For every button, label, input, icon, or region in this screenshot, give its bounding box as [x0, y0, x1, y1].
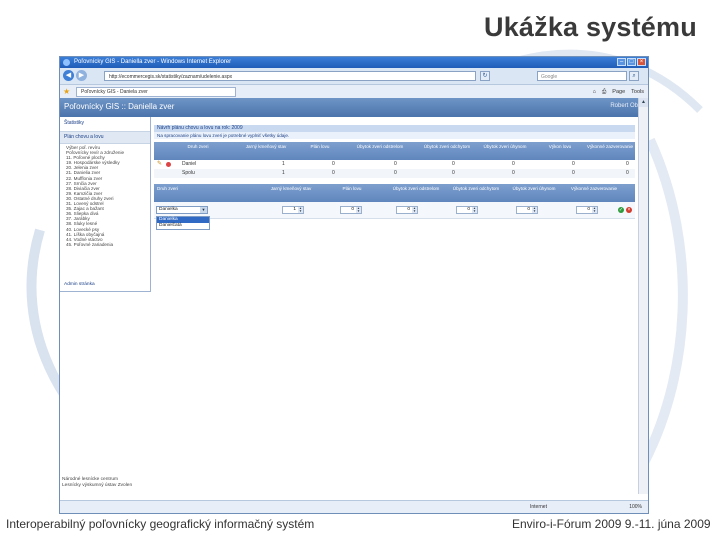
edit-header-cell: Úbytok zveri odchytom: [452, 186, 500, 191]
spin-arrows-icon[interactable]: ▲ ▼: [356, 207, 361, 213]
edit-row: Danielka ▼ 1 ▲ ▼ 0 ▲ ▼ 0 ▲ ▼ 0 ▲ ▼ 0 ▲ ▼ 0 ▲ ▼ ✓ × D…: [154, 202, 635, 230]
vertical-scrollbar[interactable]: ▲: [638, 98, 648, 494]
edit-icon[interactable]: ✎: [157, 161, 162, 168]
row-value: 1: [282, 161, 285, 167]
grid-header-cell: Jarný kmeňový stav: [245, 144, 287, 149]
row-value: 0: [332, 170, 335, 176]
row-value: 0: [572, 161, 575, 167]
grid-header-cell: Úbytok zveri odstrelom: [356, 144, 404, 149]
row-value: 1: [282, 170, 285, 176]
edit-header-cell: Úbytok zveri odstrelom: [392, 186, 440, 191]
spin-input[interactable]: 0 ▲ ▼: [576, 206, 598, 214]
sidebar-item[interactable]: 45. Poľovné zariadenia: [66, 242, 144, 247]
grid-header-cell: Úbytok zveri úhynom: [483, 144, 527, 149]
browser-tab[interactable]: Poľovnícky GIS - Daniela zver: [76, 87, 236, 97]
species-select-value: Danielka: [159, 207, 178, 212]
favorites-star-icon[interactable]: ★: [63, 87, 70, 97]
cancel-icon[interactable]: ×: [626, 207, 632, 213]
tools-menu[interactable]: Tools: [631, 87, 644, 97]
spin-arrows-icon[interactable]: ▲ ▼: [592, 207, 597, 213]
row-value: 0: [626, 161, 629, 167]
edit-header-cell: Úbytok zveri úhynom: [512, 186, 556, 191]
home-icon[interactable]: ⌂: [593, 87, 596, 97]
sidebar-active-item[interactable]: Plán chovu a lovu: [60, 132, 150, 144]
sidebar: Štatistiky Plán chovu a lovu Výber poľ. …: [60, 117, 151, 292]
grid-header-cell: Úbytok zveri odchytom: [423, 144, 471, 149]
edit-header-cell: Jarný kmeňový stav: [270, 186, 312, 191]
slide-title: Ukážka systému: [484, 12, 697, 42]
spin-input[interactable]: 0 ▲ ▼: [516, 206, 538, 214]
edit-header-cell: Druh zveri: [157, 186, 178, 191]
print-icon[interactable]: ⎙: [602, 87, 606, 97]
url-input[interactable]: http://ecommercegis.sk/statistiky/zaznam…: [104, 71, 476, 81]
ie-icon: [63, 59, 70, 66]
spin-input[interactable]: 0 ▲ ▼: [340, 206, 362, 214]
main-content: Návrh plánu chovu a lovu na rok: 2009 Na…: [154, 125, 635, 230]
status-zone: Internet: [530, 504, 547, 510]
sidebar-top-link[interactable]: Štatistiky: [60, 117, 150, 132]
spin-arrows-icon[interactable]: ▲ ▼: [412, 207, 417, 213]
edit-header-cell: Výkonné zazverovanie: [570, 186, 618, 191]
zoom-level[interactable]: 100%: [629, 503, 642, 511]
browser-window: Poľovnícky GIS - Daniella zver - Windows…: [59, 56, 649, 514]
row-value: 0: [452, 161, 455, 167]
dropdown-option[interactable]: Danielčatá: [157, 223, 209, 229]
confirm-icon[interactable]: ✓: [618, 207, 624, 213]
row-value: 0: [512, 170, 515, 176]
credit-line: Lesnícky výskumný ústav Zvolen: [62, 483, 133, 488]
delete-icon[interactable]: [166, 162, 171, 167]
info-heading: Návrh plánu chovu a lovu na rok: 2009: [154, 125, 635, 132]
spin-arrows-icon[interactable]: ▲ ▼: [532, 207, 537, 213]
refresh-icon[interactable]: ↻: [480, 71, 490, 81]
window-title: Poľovnícky GIS - Daniella zver - Windows…: [74, 59, 232, 65]
minimize-button[interactable]: –: [617, 58, 626, 66]
footer-credits: Národné lesnícke centrum Lesnícky výskum…: [62, 477, 132, 489]
species-select[interactable]: Danielka ▼: [156, 206, 208, 214]
scroll-up-icon[interactable]: ▲: [639, 98, 648, 107]
row-value: 0: [394, 170, 397, 176]
row-value: 0: [626, 170, 629, 176]
row-name: Spolu: [182, 170, 195, 176]
search-icon[interactable]: ⌕: [629, 71, 639, 81]
table-row: Spolu 1 0 0 0 0 0 0: [154, 169, 635, 178]
edit-header-cell: Plán lovu: [342, 186, 362, 191]
search-input[interactable]: Google: [537, 71, 627, 81]
sidebar-list: Výber poľ. revíru Poľovnícky revír a zdr…: [60, 144, 150, 248]
maximize-button[interactable]: □: [627, 58, 636, 66]
status-bar: Internet 100%: [60, 500, 648, 513]
species-dropdown-list: Danielka Danielčatá: [156, 216, 210, 230]
spin-arrows-icon[interactable]: ▲ ▼: [472, 207, 477, 213]
grid-header-cell: Druh zveri: [187, 144, 209, 149]
address-bar: ◀ ▶ http://ecommercegis.sk/statistiky/za…: [60, 68, 648, 85]
grid-header: Druh zveri Jarný kmeňový stav Plán lovu …: [154, 142, 635, 160]
row-value: 0: [452, 170, 455, 176]
grid-header-cell: Výkon lovu: [548, 144, 572, 149]
table-row: ✎ Daniel 1 0 0 0 0 0 0: [154, 160, 635, 169]
spin-input[interactable]: 0 ▲ ▼: [396, 206, 418, 214]
row-value: 0: [572, 170, 575, 176]
grid-header-cell: Plán lovu: [310, 144, 330, 149]
row-name: Daniel: [182, 161, 197, 167]
grid-header-cell: Výkonné zazverovanie: [586, 144, 634, 149]
back-button[interactable]: ◀: [63, 70, 74, 81]
info-subheading: Na spracovanie plánu lovu zveri je potre…: [154, 132, 635, 139]
app-name: Poľovnícky GIS :: Daniella zver: [64, 102, 175, 111]
app-area: Poľovnícky GIS :: Daniella zver Robert O…: [60, 98, 648, 494]
window-titlebar: Poľovnícky GIS - Daniella zver - Windows…: [60, 57, 648, 68]
spin-arrows-icon[interactable]: ▲ ▼: [298, 207, 303, 213]
page-menu[interactable]: Page: [612, 87, 625, 97]
footer-right-text: Enviro-i-Fórum 2009 9.-11. júna 2009: [512, 517, 711, 531]
footer-left-text: Interoperabilný poľovnícky geografický i…: [6, 517, 315, 531]
row-value: 0: [332, 161, 335, 167]
row-value: 0: [512, 161, 515, 167]
chevron-down-icon[interactable]: ▼: [200, 207, 207, 213]
row-value: 0: [394, 161, 397, 167]
spin-input[interactable]: 0 ▲ ▼: [456, 206, 478, 214]
edit-grid-header: Druh zveri Jarný kmeňový stav Plán lovu …: [154, 184, 635, 202]
spin-input[interactable]: 1 ▲ ▼: [282, 206, 304, 214]
forward-button[interactable]: ▶: [76, 70, 87, 81]
close-button[interactable]: ×: [637, 58, 646, 66]
app-header: Poľovnícky GIS :: Daniella zver Robert O…: [60, 98, 648, 117]
admin-link[interactable]: Admin stránka: [64, 282, 95, 287]
